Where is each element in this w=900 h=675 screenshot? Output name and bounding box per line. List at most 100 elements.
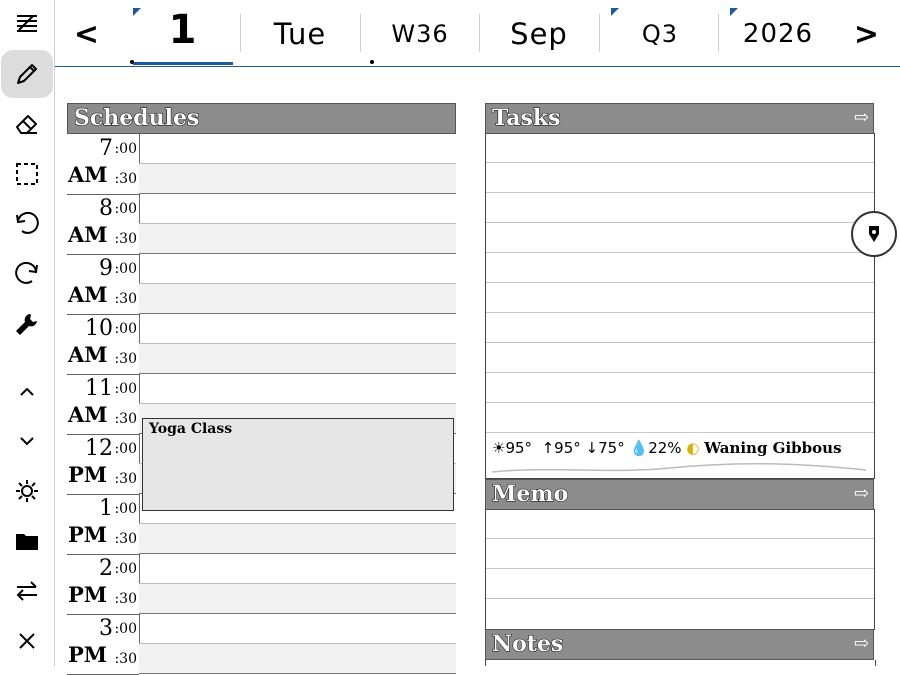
ruled-line — [486, 372, 874, 373]
divider — [240, 14, 241, 52]
high-arrow-icon: ↑ — [541, 439, 555, 457]
minute-label: :30 — [114, 531, 137, 547]
minute-label: :00 — [114, 261, 137, 277]
minute-label: :00 — [114, 501, 137, 517]
close-icon[interactable] — [1, 617, 53, 665]
precip-chance: 22% — [648, 439, 682, 457]
ampm-label: PM — [68, 462, 108, 487]
chevron-down-icon[interactable] — [1, 417, 53, 465]
hour-label: 7:00 AM:30 — [67, 134, 139, 195]
time-slot[interactable] — [139, 614, 456, 644]
divider — [718, 14, 719, 52]
high-temp: 95° — [554, 439, 581, 457]
tasks-area[interactable] — [485, 133, 875, 479]
hour-number: 12 — [85, 436, 113, 461]
minute-label: :30 — [114, 171, 137, 187]
time-slot[interactable] — [139, 284, 456, 314]
week-selector[interactable]: W36 — [365, 10, 475, 58]
time-slot[interactable] — [139, 194, 456, 224]
tasks-title: Tasks ⇨ — [485, 103, 874, 134]
time-slot[interactable] — [139, 164, 456, 194]
pen-nib-icon — [869, 226, 879, 242]
swap-icon[interactable] — [1, 567, 53, 615]
time-slot[interactable] — [139, 554, 456, 584]
sun-icon: ☀ — [492, 439, 506, 457]
undo-icon[interactable] — [1, 200, 53, 248]
next-button[interactable]: > — [845, 10, 889, 58]
tasks-expand-icon[interactable]: ⇨ — [854, 104, 869, 132]
redo-icon[interactable] — [1, 250, 53, 298]
time-slot[interactable] — [139, 134, 456, 164]
droplet-icon: 💧 — [629, 439, 649, 457]
notes-title: Notes ⇨ — [485, 629, 874, 660]
brightness-icon[interactable] — [1, 467, 53, 515]
ampm-label: AM — [68, 222, 108, 247]
hour-number: 9 — [99, 256, 113, 281]
moon-phase: Waning Gibbous — [704, 439, 842, 457]
hour-number: 2 — [99, 556, 113, 581]
notes-expand-icon[interactable]: ⇨ — [854, 630, 869, 658]
ruled-line — [486, 282, 874, 283]
minute-label: :30 — [114, 591, 137, 607]
schedules-title-label: Schedules — [73, 105, 200, 132]
day-underline — [133, 62, 233, 65]
memo-title: Memo ⇨ — [485, 479, 874, 510]
ruled-line — [486, 342, 874, 343]
minute-label: :00 — [114, 321, 137, 337]
quarter-selector[interactable]: Q3 — [605, 10, 715, 58]
day-selector[interactable]: 1 — [133, 6, 233, 54]
lasso-select-icon[interactable] — [1, 150, 53, 198]
eraser-icon[interactable] — [1, 100, 53, 148]
time-slot[interactable] — [139, 644, 456, 674]
wrench-icon[interactable] — [1, 300, 53, 348]
pen-nib-button[interactable] — [851, 211, 897, 257]
memo-title-label: Memo — [491, 481, 569, 508]
notes-area[interactable] — [485, 660, 876, 666]
minute-label: :30 — [114, 411, 137, 427]
weather-wave — [491, 462, 867, 473]
folder-icon[interactable] — [1, 517, 53, 565]
time-slot[interactable] — [139, 254, 456, 284]
hour-label: 1:00 PM:30 — [67, 494, 139, 555]
ampm-label: AM — [68, 402, 108, 427]
moon-icon: ◐ — [686, 439, 700, 457]
hour-label: 10:00 AM:30 — [67, 314, 139, 375]
prev-button[interactable]: < — [65, 10, 109, 58]
event-title: Yoga Class — [149, 421, 233, 437]
hour-label: 12:00 PM:30 — [67, 434, 139, 495]
date-header: < 1 Tue W36 Sep Q3 2026 > — [55, 0, 900, 67]
minute-label: :00 — [114, 381, 137, 397]
time-slot[interactable] — [139, 344, 456, 374]
hour-label: 8:00 AM:30 — [67, 194, 139, 255]
week-dot — [370, 60, 374, 64]
divider — [479, 14, 480, 52]
current-temp: 95° — [505, 439, 533, 457]
tasks-title-label: Tasks — [492, 105, 562, 132]
schedules-title: Schedules — [67, 103, 456, 134]
time-slot[interactable] — [139, 224, 456, 254]
pen-icon[interactable] — [1, 50, 53, 98]
memo-expand-icon[interactable]: ⇨ — [854, 480, 869, 508]
hour-number: 8 — [99, 196, 113, 221]
menu-icon[interactable] — [1, 0, 53, 48]
low-temp: 75° — [598, 439, 625, 457]
event-block[interactable]: Yoga Class — [142, 418, 454, 511]
hour-number: 11 — [85, 376, 113, 401]
left-toolbar — [0, 0, 55, 666]
time-slot[interactable] — [139, 524, 456, 554]
ruled-line — [486, 312, 874, 313]
month-selector[interactable]: Sep — [483, 10, 595, 58]
year-selector[interactable]: 2026 — [723, 10, 833, 58]
low-arrow-icon: ↓ — [585, 439, 599, 457]
chevron-up-icon[interactable] — [1, 368, 53, 416]
weekday-selector[interactable]: Tue — [245, 10, 355, 58]
time-slot[interactable] — [139, 314, 456, 344]
time-slot[interactable] — [139, 584, 456, 614]
minute-label: :30 — [114, 471, 137, 487]
minute-label: :00 — [114, 201, 137, 217]
day-dot — [130, 60, 134, 64]
time-slot[interactable] — [139, 374, 456, 404]
ruled-line — [486, 568, 874, 569]
memo-area[interactable] — [485, 509, 875, 630]
schedule-grid[interactable]: 7:00 AM:30 8:00 AM:30 9:00 AM:30 10:00 AM:30 11:… — [67, 134, 456, 675]
